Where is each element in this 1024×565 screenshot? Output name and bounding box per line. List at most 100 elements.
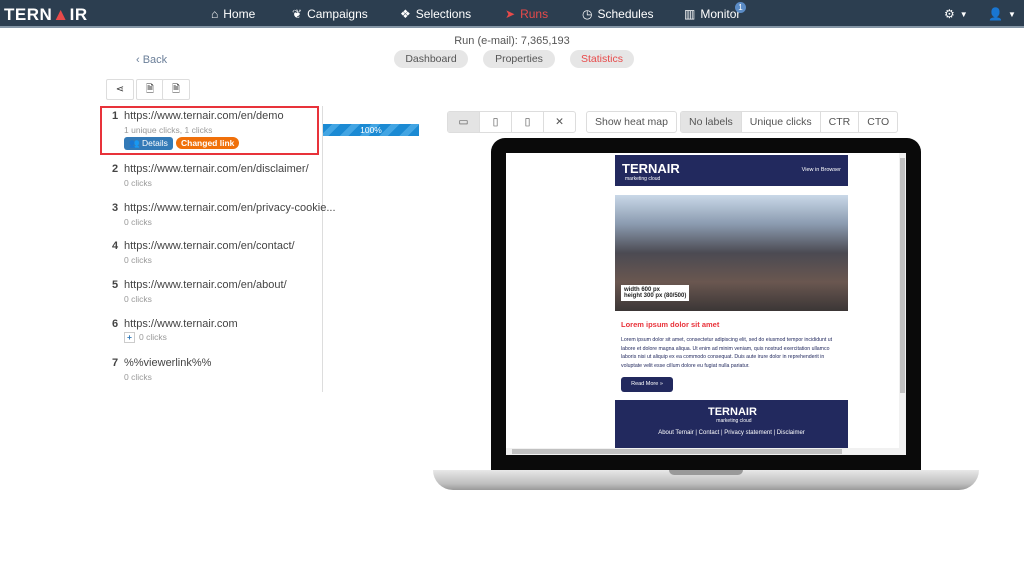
fullscreen-button[interactable]: ✕ bbox=[544, 112, 575, 132]
email-logo-sub: marketing cloud bbox=[625, 176, 661, 182]
link-item-3[interactable]: 3 https://www.ternair.com/en/privacy-cook… bbox=[112, 202, 336, 227]
ternair-logo[interactable]: TERN▲IR bbox=[4, 5, 88, 25]
email-footer: TERNAIR marketing cloud About Ternair | C… bbox=[615, 400, 848, 448]
ctr-button[interactable]: CTR bbox=[821, 112, 860, 132]
desktop-view-button[interactable]: ▭ bbox=[448, 112, 480, 132]
laptop-icon: ▭ bbox=[458, 116, 469, 128]
mobile-view-button[interactable]: ▯ bbox=[512, 112, 544, 132]
link-stats: 0 clicks bbox=[124, 294, 152, 304]
email-logo-text: TERNAIR bbox=[708, 406, 757, 418]
link-url: https://www.ternair.com/en/disclaimer/ bbox=[124, 163, 309, 175]
link-item-4[interactable]: 4 https://www.ternair.com/en/contact/0 cl… bbox=[112, 240, 295, 265]
details-label: Details bbox=[141, 138, 168, 148]
link-url: https://www.ternair.com/en/contact/ bbox=[124, 240, 295, 252]
email-logo-sub: marketing cloud bbox=[716, 418, 752, 424]
heatmap-toggle: Show heat map bbox=[586, 111, 677, 133]
nav-label: Campaigns bbox=[307, 7, 368, 21]
expand-button[interactable]: + bbox=[124, 332, 135, 343]
divider bbox=[322, 106, 323, 392]
clock-icon: ◷ bbox=[582, 7, 593, 21]
link-stats: 0 clicks bbox=[124, 217, 152, 227]
nav-label: Selections bbox=[415, 7, 472, 21]
link-number: 2 bbox=[112, 163, 119, 175]
mobile-icon: ▯ bbox=[524, 116, 531, 128]
link-item-6[interactable]: 6 https://www.ternair.com +0 clicks bbox=[112, 318, 238, 343]
leaf-icon: ❦ bbox=[292, 7, 303, 21]
link-item-5[interactable]: 5 https://www.ternair.com/en/about/0 clic… bbox=[112, 279, 287, 304]
tab-properties[interactable]: Properties bbox=[483, 50, 555, 68]
expand-icon: ✕ bbox=[555, 116, 564, 128]
email-header: TERNAIR marketing cloud View in Browser bbox=[615, 155, 848, 186]
link-item-1[interactable]: 1 https://www.ternair.com/en/demo 1 uniqu… bbox=[112, 110, 284, 150]
nav-home[interactable]: ⌂ Home bbox=[211, 7, 255, 21]
nav-label: Runs bbox=[520, 7, 549, 21]
export-pdf-button[interactable]: 🗎 bbox=[162, 79, 190, 100]
bar-chart-icon: ▥ bbox=[684, 7, 696, 21]
vertical-scrollbar[interactable] bbox=[899, 153, 906, 455]
link-item-2[interactable]: 2 https://www.ternair.com/en/disclaimer/0… bbox=[112, 163, 309, 188]
settings-menu[interactable]: ⚙ ▼ bbox=[944, 7, 968, 21]
link-url: https://www.ternair.com/en/privacy-cooki… bbox=[124, 202, 336, 214]
horizontal-scrollbar[interactable] bbox=[506, 448, 906, 455]
nav-monitor[interactable]: ▥ Monitor bbox=[684, 7, 740, 21]
show-heat-map-button[interactable]: Show heat map bbox=[587, 112, 676, 132]
read-more-button[interactable]: Read More » bbox=[621, 377, 673, 392]
monitor-badge: 1 bbox=[735, 2, 746, 13]
image-height: height 300 px (80/500) bbox=[624, 293, 687, 299]
tab-statistics[interactable]: Statistics bbox=[570, 50, 634, 68]
email-title: Lorem ipsum dolor sit amet bbox=[621, 320, 720, 329]
user-icon: 👤 bbox=[988, 7, 1003, 21]
view-in-browser-link[interactable]: View in Browser bbox=[802, 167, 841, 173]
laptop-notch bbox=[669, 470, 743, 475]
image-size-label: width 600 px height 300 px (80/500) bbox=[621, 285, 690, 301]
nav-runs[interactable]: ➤ Runs bbox=[505, 7, 548, 21]
details-button[interactable]: 👥 Details bbox=[124, 137, 173, 150]
nav-selections[interactable]: ❖ Selections bbox=[400, 7, 471, 21]
nav-label: Home bbox=[223, 7, 256, 21]
click-percentage-bar: 100% bbox=[323, 124, 419, 136]
link-item-7[interactable]: 7 %%viewerlink%% 0 clicks bbox=[112, 357, 211, 382]
link-stats: 0 clicks bbox=[124, 255, 152, 265]
tab-dashboard[interactable]: Dashboard bbox=[394, 50, 468, 68]
link-number: 6 bbox=[112, 318, 119, 330]
link-number: 4 bbox=[112, 240, 119, 252]
no-labels-button[interactable]: No labels bbox=[681, 112, 742, 132]
email-logo: TERNAIR marketing cloud bbox=[622, 161, 680, 182]
link-number: 1 bbox=[112, 110, 119, 122]
link-number: 7 bbox=[112, 357, 119, 369]
export-excel-button[interactable]: 🗎 bbox=[136, 79, 164, 100]
link-stats: 0 clicks bbox=[124, 372, 152, 382]
caret-down-icon: ▼ bbox=[959, 9, 968, 19]
email-preview: TERNAIR marketing cloud View in Browser w… bbox=[506, 153, 906, 455]
gear-icon: ⚙ bbox=[944, 7, 955, 21]
cto-button[interactable]: CTO bbox=[859, 112, 897, 132]
nav-campaigns[interactable]: ❦ Campaigns bbox=[292, 7, 368, 21]
link-stats: 0 clicks bbox=[139, 332, 167, 342]
email-footer-logo: TERNAIR marketing cloud bbox=[708, 406, 757, 424]
home-icon: ⌂ bbox=[211, 7, 219, 21]
link-stats: 0 clicks bbox=[124, 178, 152, 188]
user-menu[interactable]: 👤 ▼ bbox=[988, 7, 1016, 21]
email-body: Lorem ipsum dolor sit amet, consectetur … bbox=[621, 337, 833, 369]
back-link[interactable]: ‹ Back bbox=[136, 54, 167, 66]
share-button[interactable]: ⋖ bbox=[106, 79, 134, 100]
footer-links[interactable]: About Ternair | Contact | Privacy statem… bbox=[615, 430, 848, 436]
link-stats: 1 unique clicks, 1 clicks bbox=[124, 125, 213, 135]
run-title: Run (e-mail): 7,365,193 bbox=[454, 35, 570, 47]
link-url: https://www.ternair.com/en/about/ bbox=[124, 279, 287, 291]
share-icon: ⋖ bbox=[115, 84, 125, 95]
nav-schedules[interactable]: ◷ Schedules bbox=[582, 7, 654, 21]
link-url: https://www.ternair.com bbox=[124, 318, 238, 330]
cubes-icon: ❖ bbox=[400, 7, 411, 21]
unique-clicks-button[interactable]: Unique clicks bbox=[742, 112, 821, 132]
link-url: %%viewerlink%% bbox=[124, 357, 212, 369]
tablet-view-button[interactable]: ▯ bbox=[480, 112, 512, 132]
link-number: 5 bbox=[112, 279, 119, 291]
users-icon: 👥 bbox=[129, 138, 142, 148]
caret-down-icon: ▼ bbox=[1007, 9, 1016, 19]
paper-plane-icon: ➤ bbox=[505, 7, 516, 21]
email-hero-image[interactable]: width 600 px height 300 px (80/500) bbox=[615, 195, 848, 311]
email-logo-text: TERNAIR bbox=[622, 161, 680, 176]
pdf-file-icon: 🗎 bbox=[171, 84, 181, 95]
tablet-icon: ▯ bbox=[492, 116, 499, 128]
